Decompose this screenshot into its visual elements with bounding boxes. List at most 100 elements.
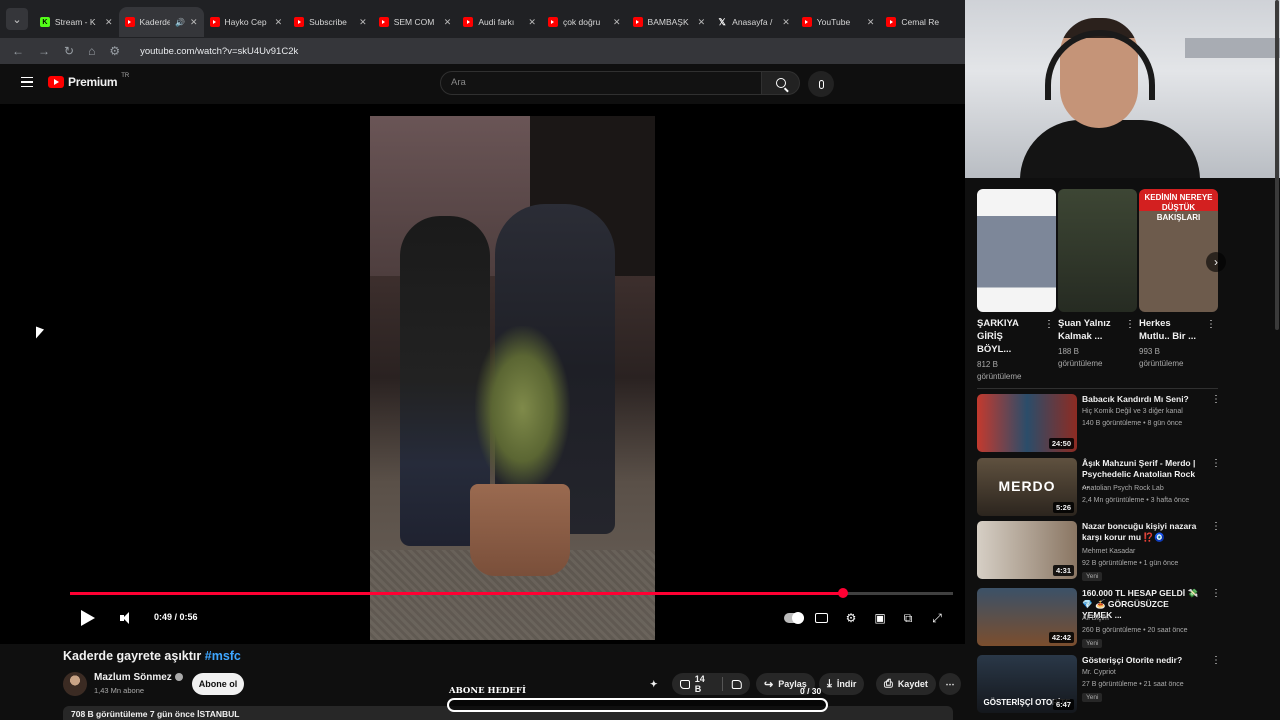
fullscreen-icon[interactable]: ⤢ bbox=[929, 610, 945, 626]
captions-icon bbox=[814, 613, 828, 623]
cast-icon[interactable]: ⧉ bbox=[900, 610, 916, 626]
scrollbar[interactable] bbox=[1275, 0, 1279, 330]
download-button[interactable]: ⤓ İndir bbox=[819, 673, 865, 695]
recommended-video[interactable]: MERDO 5:26 Âşık Mahzuni Şerif - Merdo | P… bbox=[977, 458, 1277, 518]
close-icon[interactable]: ✕ bbox=[105, 17, 113, 28]
tab-10[interactable]: Cemal Re bbox=[880, 7, 965, 37]
subtitles-button[interactable] bbox=[813, 610, 829, 626]
video-player[interactable] bbox=[0, 104, 965, 644]
autoplay-toggle[interactable] bbox=[783, 610, 805, 626]
settings-gear-icon[interactable]: ⚙ bbox=[843, 610, 859, 626]
video-frame[interactable] bbox=[370, 116, 655, 640]
video-thumbnail[interactable]: MERDO 5:26 bbox=[977, 458, 1077, 516]
channel-name[interactable]: Mehmet Kasadar bbox=[1082, 548, 1135, 555]
recommended-video[interactable]: 4:31 Nazar boncuğu kişiyi nazara karşı k… bbox=[977, 521, 1277, 581]
channel-name[interactable]: Ali Biçim bbox=[1082, 615, 1109, 622]
more-vertical-icon[interactable]: ⋮ bbox=[1211, 394, 1221, 405]
more-vertical-icon[interactable]: ⋮ bbox=[1211, 458, 1221, 469]
youtube-premium-logo[interactable]: Premium TR bbox=[48, 73, 129, 89]
tab-search-button[interactable]: ⌄ bbox=[6, 8, 28, 30]
channel-avatar[interactable] bbox=[63, 672, 87, 696]
tab-3[interactable]: Subscribe ✕ bbox=[288, 7, 373, 37]
more-vertical-icon[interactable]: ⋮ bbox=[1044, 319, 1054, 330]
progress-scrubber[interactable] bbox=[837, 588, 848, 598]
channel-name[interactable]: Mr. Cypriot bbox=[1082, 669, 1116, 676]
close-icon[interactable]: ✕ bbox=[359, 17, 367, 28]
miniplayer-icon[interactable]: ▣ bbox=[872, 610, 888, 626]
tab-0[interactable]: K Stream - K ✕ bbox=[34, 7, 119, 37]
close-icon[interactable]: ✕ bbox=[275, 17, 283, 28]
close-icon[interactable]: ✕ bbox=[782, 17, 790, 28]
dislike-icon[interactable] bbox=[732, 679, 743, 689]
url-field[interactable]: youtube.com/watch?v=skU4Uv91C2k bbox=[140, 46, 298, 57]
tab-2[interactable]: Hayko Cep ✕ bbox=[204, 7, 289, 37]
progress-bar[interactable] bbox=[70, 588, 953, 598]
tab-6[interactable]: çok doğru ✕ bbox=[542, 7, 627, 37]
search-button[interactable] bbox=[762, 71, 800, 95]
close-icon[interactable]: ✕ bbox=[444, 17, 452, 28]
menu-icon[interactable] bbox=[21, 77, 33, 87]
volume-icon[interactable] bbox=[116, 611, 132, 625]
site-info-icon[interactable]: ⚙ bbox=[109, 44, 120, 58]
more-actions-button[interactable]: ⋯ bbox=[939, 673, 961, 695]
short-card[interactable]: ŞARKIYA GİRİŞ BÖYL... 812 B görüntüleme … bbox=[977, 189, 1056, 383]
video-thumbnail[interactable]: 42:42 bbox=[977, 588, 1077, 646]
tab-5[interactable]: Audi farkı ✕ bbox=[457, 7, 542, 37]
logo-text: Premium bbox=[68, 75, 118, 89]
tab-4[interactable]: SEM COM ✕ bbox=[373, 7, 458, 37]
save-label: Kaydet bbox=[897, 679, 928, 689]
more-vertical-icon[interactable]: ⋮ bbox=[1206, 319, 1216, 330]
search-input[interactable]: Ara bbox=[440, 71, 762, 95]
video-title[interactable]: Gösterişçi Otorite nedir? bbox=[1082, 655, 1200, 666]
short-thumbnail[interactable] bbox=[1058, 189, 1137, 312]
channel-name[interactable]: Mazlum Sönmez bbox=[94, 672, 183, 683]
video-thumbnail[interactable]: 24:50 bbox=[977, 394, 1077, 452]
recommended-video[interactable]: 42:42 160.000 TL HESAP GELDİ 💸💎 🍝 GÖRGÜS… bbox=[977, 588, 1277, 648]
video-thumbnail[interactable]: 4:31 bbox=[977, 521, 1077, 579]
video-title[interactable]: Nazar boncuğu kişiyi nazara karşı korur … bbox=[1082, 521, 1200, 543]
channel-name[interactable]: Hiç Komik Değil ve 3 diğer kanal bbox=[1082, 408, 1183, 415]
short-title[interactable]: Şuan Yalnız Kalmak ... bbox=[1058, 317, 1120, 343]
play-button[interactable] bbox=[78, 608, 98, 628]
close-icon[interactable]: ✕ bbox=[528, 17, 536, 28]
short-thumbnail[interactable]: KEDİNİN NEREYE DÜŞTÜK BAKIŞLARI bbox=[1139, 189, 1218, 312]
close-icon[interactable]: ✕ bbox=[613, 17, 621, 28]
tab-8[interactable]: 𝕏 Anasayfa / ✕ bbox=[711, 7, 796, 37]
close-icon[interactable]: ✕ bbox=[698, 17, 706, 28]
speaker-icon[interactable]: 🔊 bbox=[175, 18, 185, 27]
reload-icon[interactable]: ↻ bbox=[64, 44, 74, 58]
close-icon[interactable]: ✕ bbox=[867, 17, 875, 28]
channel-name[interactable]: Anatolian Psych Rock Lab bbox=[1082, 485, 1164, 492]
short-card[interactable]: KEDİNİN NEREYE DÜŞTÜK BAKIŞLARI Herkes M… bbox=[1139, 189, 1218, 370]
recommended-video[interactable]: GÖSTERİŞÇİ OTORİTE 6:47 Gösterişçi Otorit… bbox=[977, 655, 1277, 715]
short-title[interactable]: Herkes Mutlu.. Bir ... bbox=[1139, 317, 1201, 343]
forward-arrow-icon[interactable]: → bbox=[38, 44, 50, 58]
more-vertical-icon[interactable]: ⋮ bbox=[1211, 588, 1221, 599]
short-card[interactable]: Şuan Yalnız Kalmak ... 188 B görüntüleme… bbox=[1058, 189, 1137, 370]
like-count[interactable]: 14 B bbox=[695, 674, 713, 694]
tab-7[interactable]: BAMBAŞK ✕ bbox=[627, 7, 712, 37]
chevron-right-icon[interactable]: › bbox=[1206, 252, 1226, 272]
recommended-video[interactable]: 24:50 Babacık Kandırdı Mı Seni? Hiç Komi… bbox=[977, 394, 1277, 454]
short-thumbnail[interactable] bbox=[977, 189, 1056, 312]
more-vertical-icon[interactable]: ⋮ bbox=[1125, 319, 1135, 330]
video-title[interactable]: Babacık Kandırdı Mı Seni? bbox=[1082, 394, 1200, 405]
ai-sparkle-button[interactable]: ✦ bbox=[650, 673, 658, 695]
more-vertical-icon[interactable]: ⋮ bbox=[1211, 655, 1221, 666]
close-icon[interactable]: ✕ bbox=[190, 17, 198, 28]
more-vertical-icon[interactable]: ⋮ bbox=[1211, 521, 1221, 532]
back-arrow-icon[interactable]: ← bbox=[12, 44, 24, 58]
voice-search-button[interactable] bbox=[808, 71, 834, 97]
download-icon: ⤓ bbox=[827, 677, 832, 690]
short-title[interactable]: ŞARKIYA GİRİŞ BÖYL... bbox=[977, 317, 1039, 356]
home-icon[interactable]: ⌂ bbox=[88, 44, 95, 58]
subscribe-button[interactable]: Abone ol bbox=[192, 673, 244, 695]
kick-icon: K bbox=[39, 17, 50, 27]
hashtag-link[interactable]: #msfc bbox=[205, 649, 241, 663]
tab-9[interactable]: YouTube ✕ bbox=[796, 7, 881, 37]
tab-1[interactable]: Kaderde 🔊 ✕ bbox=[118, 7, 204, 37]
save-button[interactable]: ⎙ Kaydet bbox=[876, 673, 936, 695]
tab-label: YouTube bbox=[816, 17, 851, 27]
video-thumbnail[interactable]: GÖSTERİŞÇİ OTORİTE 6:47 bbox=[977, 655, 1077, 713]
like-icon[interactable] bbox=[680, 679, 690, 689]
